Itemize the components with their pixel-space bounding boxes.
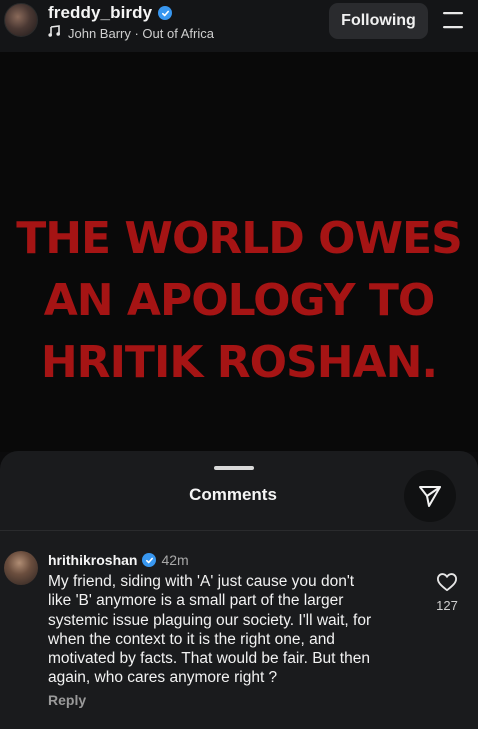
music-row[interactable]: John Barry · Out of Africa [48, 24, 214, 42]
music-note-icon [48, 24, 60, 42]
headline-line-2: AN APOLOGY TO [43, 275, 436, 326]
verified-badge-icon [142, 553, 157, 567]
verified-badge-icon [158, 6, 173, 20]
comment-line: again, who cares anymore right ? [48, 669, 278, 687]
username-row: freddy_birdy [48, 2, 173, 24]
comment-item: hrithikroshan 42m My friend, siding with… [0, 548, 478, 718]
username[interactable]: freddy_birdy [48, 3, 152, 23]
post-media[interactable]: THE WORLD OWES AN APOLOGY TO HRITIK ROSH… [0, 52, 478, 452]
comment-text: My friend, siding with 'A' just cause yo… [48, 572, 420, 688]
headline-line-1: THE WORLD OWES [16, 213, 463, 264]
post-headline: THE WORLD OWES AN APOLOGY TO HRITIK ROSH… [0, 208, 478, 394]
comment-timestamp: 42m [161, 552, 189, 568]
comment-line: My friend, siding with 'A' just cause yo… [48, 573, 355, 590]
headline-line-3: HRITIK ROSHAN. [40, 337, 438, 388]
comment-line: when the context to it is the right one,… [48, 630, 335, 648]
reply-button[interactable]: Reply [48, 692, 86, 708]
menu-icon[interactable] [441, 9, 465, 31]
comments-sheet: Comments hrithikroshan 42m My friend, si… [0, 451, 478, 729]
reel-screen: freddy_birdy John Barry · Out of Africa … [0, 0, 478, 729]
music-track-label: John Barry · Out of Africa [68, 25, 214, 41]
sheet-divider [0, 530, 478, 531]
share-button[interactable] [404, 470, 456, 522]
like-count: 127 [436, 598, 458, 613]
following-button[interactable]: Following [329, 3, 428, 39]
sheet-drag-handle[interactable] [214, 466, 254, 470]
commenter-username[interactable]: hrithikroshan [48, 552, 137, 568]
profile-avatar[interactable] [4, 3, 38, 37]
comment-line: like 'B' anymore is a small part of the … [48, 592, 344, 610]
heart-icon[interactable] [436, 572, 458, 592]
comment-line: systemic issue plaguing our society. I'l… [48, 611, 372, 629]
post-header: freddy_birdy John Barry · Out of Africa … [0, 0, 478, 52]
comment-line: motivated by facts. That would be fair. … [48, 650, 370, 668]
send-icon [419, 486, 441, 507]
commenter-avatar[interactable] [4, 551, 38, 585]
comment-header: hrithikroshan 42m [48, 551, 189, 569]
comments-title: Comments [189, 485, 277, 504]
